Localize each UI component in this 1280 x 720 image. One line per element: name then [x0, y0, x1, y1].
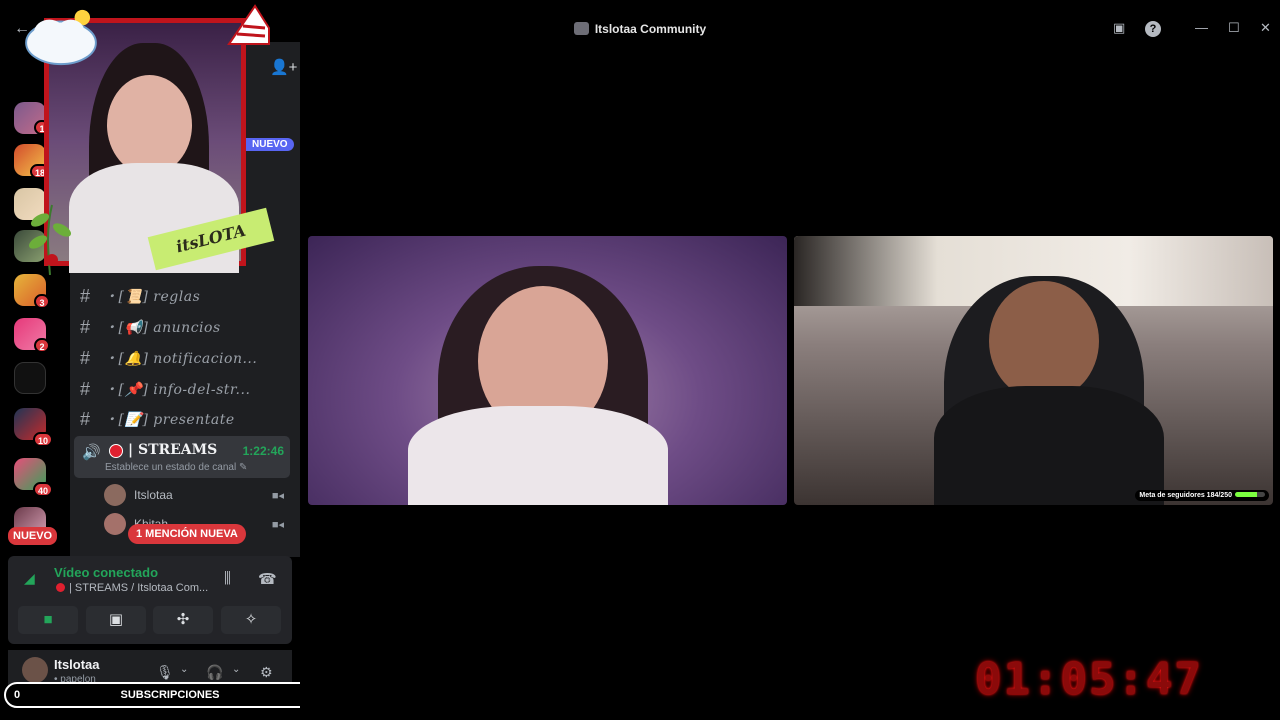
- avatar: [104, 513, 126, 535]
- follower-goal-progress: [1235, 492, 1265, 497]
- notification-badge: 10: [33, 432, 54, 447]
- chevron-down-icon[interactable]: ⌄: [232, 664, 240, 675]
- member-name: Itslotaa: [134, 488, 173, 502]
- hash-icon: #: [80, 285, 91, 306]
- channel-anuncios[interactable]: # ・[📢] anuncios: [80, 314, 290, 340]
- notification-badge: 40: [33, 482, 54, 497]
- subscriptions-goal-bar: 0 SUBSCRIPCIONES 10: [4, 682, 336, 708]
- activities-button[interactable]: ✣: [153, 606, 213, 634]
- add-member-icon[interactable]: 👤+: [270, 58, 297, 76]
- avatar: [104, 484, 126, 506]
- channel-notificaciones[interactable]: # ・[🔔] notificacion...: [80, 345, 290, 371]
- camera-button[interactable]: ■: [18, 606, 78, 634]
- avatar[interactable]: [22, 657, 48, 683]
- signal-icon[interactable]: ◢: [24, 570, 35, 587]
- camera-icon: ■◂: [271, 489, 284, 502]
- user-panel: Itslotaa • papelon 🎙 ⌄ 🎧 ⌄ ⚙: [8, 650, 292, 686]
- activities-icon: ✣: [176, 611, 190, 628]
- noise-suppression-icon[interactable]: ⫼: [224, 570, 231, 587]
- follower-goal-text: Meta de seguidores 184/250: [1139, 492, 1232, 499]
- channel-status-text: Establece un estado de canal: [105, 462, 237, 473]
- hash-icon: #: [80, 316, 91, 337]
- chevron-down-icon[interactable]: ⌄: [180, 664, 188, 675]
- minimize-icon[interactable]: —: [1195, 20, 1208, 35]
- pencil-icon: ✎: [239, 462, 248, 473]
- headphones-icon[interactable]: 🎧: [206, 664, 223, 681]
- soundboard-button[interactable]: ✧: [221, 606, 281, 634]
- video-camera-icon: ■: [43, 611, 53, 628]
- connected-channel[interactable]: | STREAMS / Itslotaa Com...: [56, 582, 208, 594]
- microphone-icon[interactable]: 🎙: [156, 664, 174, 681]
- screen-share-icon: ▣: [108, 611, 124, 628]
- gear-icon[interactable]: ⚙: [260, 664, 273, 681]
- video-tile-itslotaa[interactable]: [308, 236, 787, 505]
- set-channel-status[interactable]: Establece un estado de canal ✎: [105, 462, 247, 473]
- live-dot-icon: [109, 444, 123, 458]
- shirt: [934, 386, 1164, 505]
- voice-member[interactable]: Itslotaa ■◂: [104, 483, 294, 507]
- channel-name: ・[📢] anuncios: [104, 320, 221, 336]
- channel-reglas[interactable]: # ・[📜] reglas: [80, 283, 290, 309]
- channel-name: ・[📝] presentate: [104, 412, 235, 428]
- connection-status: Vídeo conectado: [54, 565, 159, 580]
- ticket-sticker-icon: [227, 4, 270, 45]
- channel-name: ・[📌] info-del-str...: [104, 382, 251, 398]
- inbox-icon[interactable]: ▣: [1113, 20, 1125, 36]
- notification-badge: 3: [34, 294, 50, 309]
- hash-icon: #: [80, 408, 91, 429]
- channel-presentate[interactable]: # ・[📝] presentate: [80, 406, 290, 432]
- notification-badge: 2: [34, 338, 50, 353]
- connected-channel-text: | STREAMS / Itslotaa Com...: [69, 582, 209, 594]
- new-unreads-tag[interactable]: NUEVO: [246, 138, 294, 151]
- leaf-sticker-icon: [28, 204, 72, 275]
- hash-icon: #: [80, 378, 91, 399]
- help-icon[interactable]: ?: [1145, 21, 1161, 37]
- follower-goal: Meta de seguidores 184/250: [1135, 490, 1269, 501]
- new-badge[interactable]: NUEVO: [8, 527, 58, 545]
- channel-name: ・[🔔] notificacion...: [104, 351, 258, 367]
- subs-goal-label: SUBSCRIPCIONES: [120, 689, 220, 701]
- window-title-text: Itslotaa Community: [594, 22, 707, 36]
- username: Itslotaa: [54, 657, 100, 672]
- hash-icon: #: [80, 347, 91, 368]
- live-dot-icon: [56, 583, 65, 592]
- speaker-icon: 🔊: [82, 444, 101, 461]
- face: [989, 281, 1099, 401]
- voice-channel-name: | STREAMS: [128, 442, 218, 458]
- shirt: [408, 406, 668, 505]
- voice-channel-streams[interactable]: 🔊 | STREAMS 1:22:46 Establece un estado …: [74, 436, 290, 478]
- screen-share-button[interactable]: ▣: [86, 606, 146, 634]
- cloud-sticker-icon: [25, 9, 97, 66]
- stream-timer: 01:05:47: [975, 654, 1203, 705]
- close-icon[interactable]: ✕: [1260, 20, 1271, 36]
- channel-name: ・[📜] reglas: [104, 289, 201, 305]
- voice-channel-timer: 1:22:46: [242, 444, 284, 458]
- server-icon: [573, 22, 589, 35]
- voice-connection-panel: ◢ Vídeo conectado | STREAMS / Itslotaa C…: [8, 556, 292, 644]
- new-mention-badge[interactable]: 1 MENCIÓN NUEVA: [128, 524, 246, 544]
- maximize-icon[interactable]: ☐: [1228, 20, 1240, 36]
- disconnect-icon[interactable]: ☎: [258, 570, 277, 588]
- video-tile-khitah[interactable]: Meta de seguidores 184/250: [794, 236, 1273, 505]
- camera-icon: ■◂: [271, 518, 284, 531]
- server-icon-7[interactable]: [14, 362, 46, 394]
- face: [107, 75, 192, 175]
- channel-info-del-stream[interactable]: # ・[📌] info-del-str...: [80, 376, 290, 402]
- soundboard-icon: ✧: [244, 611, 258, 628]
